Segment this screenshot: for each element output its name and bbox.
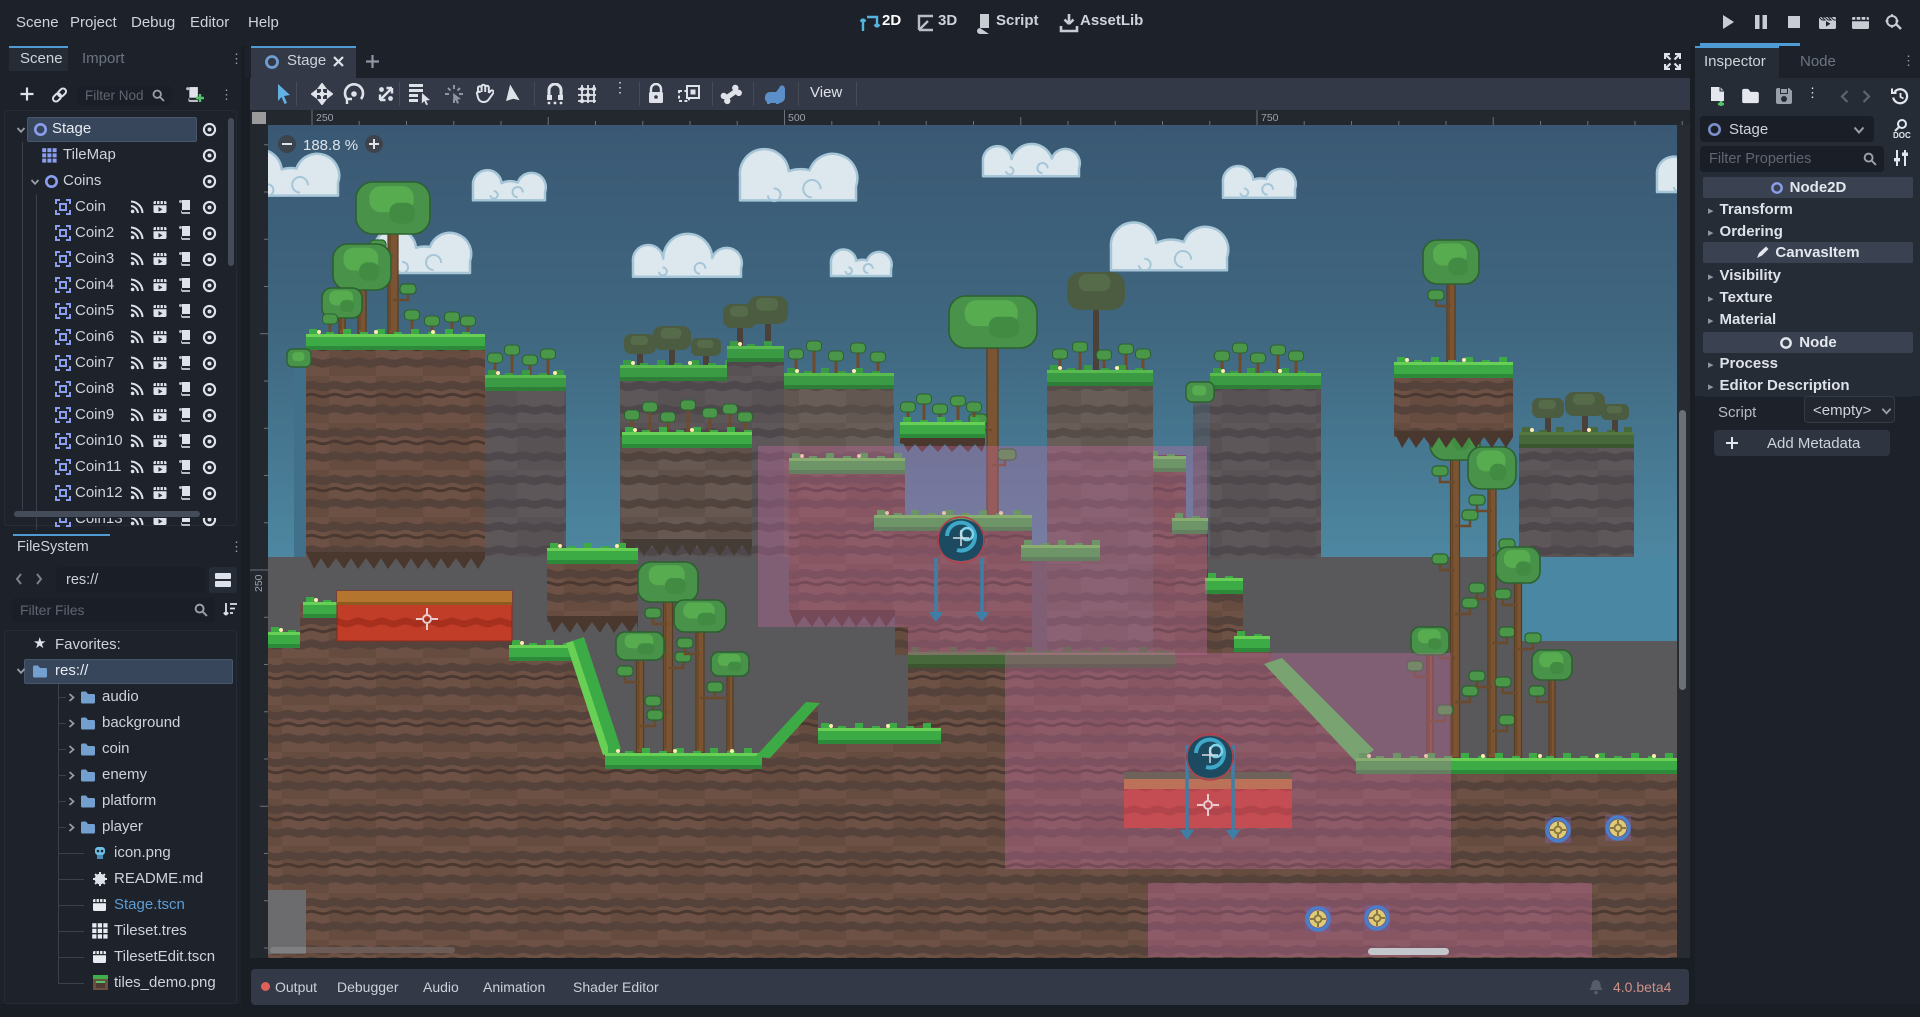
svg-text:750: 750 (1261, 112, 1279, 124)
svg-text:250: 250 (316, 112, 334, 124)
svg-text:188.8 %: 188.8 % (303, 137, 358, 154)
svg-text:250: 250 (253, 574, 265, 592)
svg-text:500: 500 (788, 112, 806, 124)
svg-text:DOC: DOC (1893, 131, 1911, 140)
